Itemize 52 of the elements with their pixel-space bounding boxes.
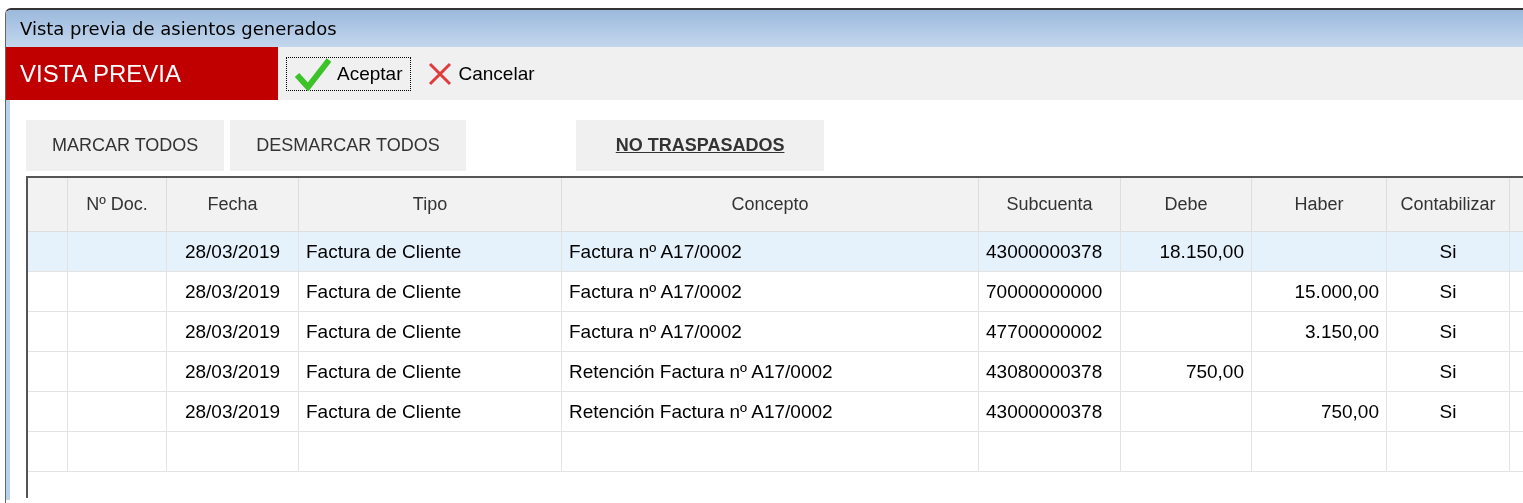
- mode-banner: VISTA PREVIA: [6, 47, 278, 100]
- column-header[interactable]: Fecha: [167, 178, 299, 231]
- table-cell: Si: [1439, 320, 1457, 343]
- table-cell: Factura nº A17/0002: [569, 280, 742, 303]
- table-cell: 28/03/2019: [184, 280, 281, 303]
- table-cell: 47700000002: [986, 320, 1103, 343]
- action-button[interactable]: DESMARCAR TODOS: [230, 120, 466, 171]
- checkmark-icon: [295, 56, 331, 91]
- table-row[interactable]: 28/03/2019 Factura de Cliente Factura nº A17/0002 47700000002 3.150,00 Si: [28, 312, 1523, 352]
- column-header[interactable]: Tipo: [299, 178, 562, 231]
- column-header[interactable]: Subcuenta: [979, 178, 1121, 231]
- table-cell: 43000000378: [986, 400, 1103, 423]
- table-cell: 750,00: [1185, 360, 1244, 383]
- table-cell: 28/03/2019: [184, 240, 281, 263]
- table-cell: Retención Factura nº A17/0002: [569, 360, 833, 383]
- column-header[interactable]: Concepto: [562, 178, 979, 231]
- table-cell: Factura de Cliente: [306, 400, 462, 423]
- table-cell: Si: [1439, 400, 1457, 423]
- cancel-button[interactable]: Cancelar: [419, 56, 544, 91]
- table-cell: Factura de Cliente: [306, 240, 462, 263]
- close-icon: [428, 61, 453, 86]
- action-button[interactable]: MARCAR TODOS: [26, 120, 225, 171]
- column-header[interactable]: Contabilizar: [1387, 178, 1510, 231]
- table-row[interactable]: 28/03/2019 Factura de Cliente Retención Factura nº A17/0002 43080000378 750,00 Si: [28, 352, 1523, 392]
- table-cell: Factura nº A17/0002: [569, 240, 742, 263]
- table-cell: 70000000000: [986, 280, 1103, 303]
- table-cell: 750,00: [1320, 400, 1379, 423]
- table-cell: 28/03/2019: [184, 400, 281, 423]
- table-cell: Si: [1439, 240, 1457, 263]
- table-cell: 3.150,00: [1305, 320, 1379, 343]
- column-header[interactable]: Nº Doc.: [68, 178, 167, 231]
- action-button[interactable]: NO TRASPASADOS: [575, 120, 825, 171]
- table-cell: Factura de Cliente: [306, 320, 462, 343]
- table-row[interactable]: 28/03/2019 Factura de Cliente Factura nº A17/0002 70000000000 15.000,00 Si: [28, 272, 1523, 312]
- column-header[interactable]: Haber: [1252, 178, 1387, 231]
- table-row[interactable]: 28/03/2019 Factura de Cliente Retención Factura nº A17/0002 43000000378 750,00 Si: [28, 392, 1523, 432]
- table-cell: 15.000,00: [1294, 280, 1379, 303]
- column-header[interactable]: Debe: [1121, 178, 1252, 231]
- window-title: Vista previa de asientos generados: [20, 18, 337, 39]
- table-cell: Factura de Cliente: [306, 280, 462, 303]
- table-cell: Retención Factura nº A17/0002: [569, 400, 833, 423]
- table-cell: 43080000378: [986, 360, 1103, 383]
- table-row[interactable]: 28/03/2019 Factura de Cliente Factura nº A17/0002 43000000378 18.150,00 Si: [28, 232, 1523, 272]
- table-cell: Si: [1439, 280, 1457, 303]
- table-cell: 28/03/2019: [184, 320, 281, 343]
- table-cell: Si: [1439, 360, 1457, 383]
- table-cell: 28/03/2019: [184, 360, 281, 383]
- table-cell: 18.150,00: [1159, 240, 1244, 263]
- table-cell: Factura nº A17/0002: [569, 320, 742, 343]
- table-cell: 43000000378: [986, 240, 1103, 263]
- table-cell: Factura de Cliente: [306, 360, 462, 383]
- accept-button[interactable]: Aceptar: [286, 56, 412, 91]
